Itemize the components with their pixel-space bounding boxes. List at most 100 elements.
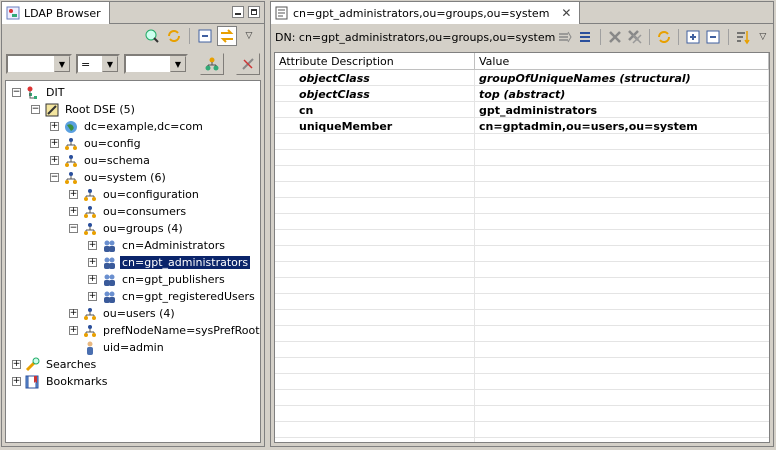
organizational-unit-icon [63, 153, 79, 169]
table-row[interactable]: objectClass groupOfUniqueNames (structur… [275, 70, 769, 86]
column-header-value[interactable]: Value [475, 53, 769, 70]
table-row[interactable]: cn gpt_administrators [275, 102, 769, 118]
expand-toggle-icon[interactable]: + [88, 241, 97, 250]
expand-all-entries-icon[interactable] [684, 27, 702, 47]
tree-node-gpt-administrators[interactable]: + cn=gpt_administrators [88, 254, 252, 271]
sort-icon[interactable] [733, 27, 751, 47]
collapse-toggle-icon[interactable]: − [31, 105, 40, 114]
empty-cell [275, 358, 475, 373]
attribute-cell[interactable]: uniqueMember [275, 118, 475, 134]
tree-node-schema[interactable]: + ou=schema [50, 152, 152, 169]
open-search-icon[interactable] [142, 26, 162, 46]
collapse-all-entries-icon[interactable] [704, 27, 722, 47]
view-menu-icon[interactable]: ▽ [239, 26, 259, 46]
tree-label-groups: ou=groups (4) [103, 222, 183, 235]
expand-toggle-icon[interactable]: + [88, 275, 97, 284]
filter-attribute-combo[interactable]: ▼ [6, 54, 72, 74]
expand-toggle-icon[interactable]: + [88, 258, 97, 267]
tree-node-bookmarks[interactable]: + Bookmarks [12, 373, 109, 390]
tree-node-system[interactable]: − ou=system (6) [50, 169, 168, 186]
value-cell[interactable]: groupOfUniqueNames (structural) [475, 70, 769, 86]
collapse-toggle-icon[interactable]: − [12, 88, 21, 97]
expand-toggle-icon[interactable]: + [69, 309, 78, 318]
tree-node-consumers[interactable]: + ou=consumers [69, 203, 188, 220]
expand-toggle-icon[interactable]: + [50, 156, 59, 165]
table-row[interactable]: uniqueMember cn=gptadmin,ou=users,ou=sys… [275, 118, 769, 134]
delete-all-icon[interactable] [626, 27, 644, 47]
minimize-view-icon[interactable] [232, 6, 244, 18]
tree-node-root-dse[interactable]: − Root DSE (5) [31, 101, 137, 118]
tree-label-users: ou=users (4) [103, 307, 175, 320]
view-menu-icon[interactable]: ▽ [754, 27, 772, 47]
ldap-browser-toolbar: ▽ [2, 24, 264, 48]
entry-icon [275, 6, 289, 20]
chevron-down-icon[interactable]: ▼ [54, 56, 70, 72]
refresh-icon[interactable] [655, 27, 673, 47]
tree-node-admin[interactable]: uid=admin [69, 339, 166, 356]
dn-toolbar: DN: cn=gpt_administrators,ou=groups,ou=s… [271, 24, 773, 50]
expand-toggle-icon[interactable]: + [50, 122, 59, 131]
chevron-down-icon[interactable]: ▼ [170, 56, 186, 72]
tree-node-example[interactable]: + dc=example,dc=com [50, 118, 205, 135]
searches-icon [25, 357, 41, 373]
attribute-cell[interactable]: cn [275, 102, 475, 118]
tree-node-gpt-registeredusers[interactable]: + cn=gpt_registeredUsers [88, 288, 257, 305]
empty-cell [275, 422, 475, 437]
show-operational-icon[interactable] [577, 27, 595, 47]
expand-toggle-icon[interactable]: + [69, 326, 78, 335]
empty-table-row [275, 230, 769, 246]
table-row[interactable]: objectClass top (abstract) [275, 86, 769, 102]
attribute-cell[interactable]: objectClass [275, 86, 475, 102]
attributes-table: Attribute Description Value objectClass … [274, 52, 770, 443]
expand-toggle-icon[interactable]: + [69, 207, 78, 216]
collapse-toggle-icon[interactable]: − [69, 224, 78, 233]
delete-value-icon[interactable] [606, 27, 624, 47]
value-cell[interactable]: cn=gptadmin,ou=users,ou=system [475, 118, 769, 134]
refresh-icon[interactable] [164, 26, 184, 46]
apply-filter-button[interactable] [200, 53, 224, 75]
tree-node-users[interactable]: + ou=users (4) [69, 305, 177, 322]
tree-label-administrators: cn=Administrators [122, 239, 225, 252]
expand-toggle-icon[interactable]: + [50, 139, 59, 148]
filter-value-combo[interactable]: ▼ [124, 54, 188, 74]
collapse-toggle-icon[interactable]: − [50, 173, 59, 182]
tree-node-prefnode[interactable]: + prefNodeName=sysPrefRoot [69, 322, 260, 339]
expand-toggle-icon[interactable]: + [88, 292, 97, 301]
tree-node-groups[interactable]: − ou=groups (4) [69, 220, 185, 237]
chevron-down-icon[interactable]: ▼ [102, 56, 118, 72]
filter-operator-combo[interactable]: = ▼ [76, 54, 120, 74]
empty-rows [275, 134, 769, 442]
tree-label-consumers: ou=consumers [103, 205, 187, 218]
close-icon[interactable]: ✕ [561, 6, 571, 20]
organizational-unit-icon [82, 323, 98, 339]
attribute-cell[interactable]: objectClass [275, 70, 475, 86]
value-cell[interactable]: gpt_administrators [475, 102, 769, 118]
editor-tab[interactable]: cn=gpt_administrators,ou=groups,ou=syste… [271, 2, 581, 24]
empty-table-row [275, 182, 769, 198]
tree-node-administrators[interactable]: + cn=Administrators [88, 237, 227, 254]
expand-toggle-icon[interactable]: + [69, 190, 78, 199]
tree-node-searches[interactable]: + Searches [12, 356, 98, 373]
expand-toggle-icon[interactable]: + [12, 377, 21, 386]
tree-node-config[interactable]: + ou=config [50, 135, 143, 152]
ldap-browser-tab[interactable]: LDAP Browser [2, 2, 110, 24]
dn-label: DN: cn=gpt_administrators,ou=groups,ou=s… [275, 30, 556, 44]
clear-filter-button[interactable] [236, 53, 260, 75]
tree-node-dit[interactable]: − DIT [12, 84, 66, 101]
tree-node-gpt-publishers[interactable]: + cn=gpt_publishers [88, 271, 227, 288]
empty-cell [275, 390, 475, 405]
expand-toggle-icon[interactable]: + [12, 360, 21, 369]
value-cell[interactable]: top (abstract) [475, 86, 769, 102]
link-with-editor-icon[interactable] [217, 26, 237, 46]
clear-filter-icon [242, 58, 254, 70]
collapse-all-icon[interactable] [195, 26, 215, 46]
empty-table-row [275, 246, 769, 262]
empty-cell [275, 278, 475, 293]
organizational-unit-icon [82, 187, 98, 203]
empty-table-row [275, 358, 769, 374]
maximize-view-icon[interactable] [248, 6, 260, 18]
expand-all-icon[interactable] [556, 27, 574, 47]
tree-node-configuration[interactable]: + ou=configuration [69, 186, 201, 203]
root-dse-icon [44, 102, 60, 118]
column-header-attribute[interactable]: Attribute Description [275, 53, 475, 70]
